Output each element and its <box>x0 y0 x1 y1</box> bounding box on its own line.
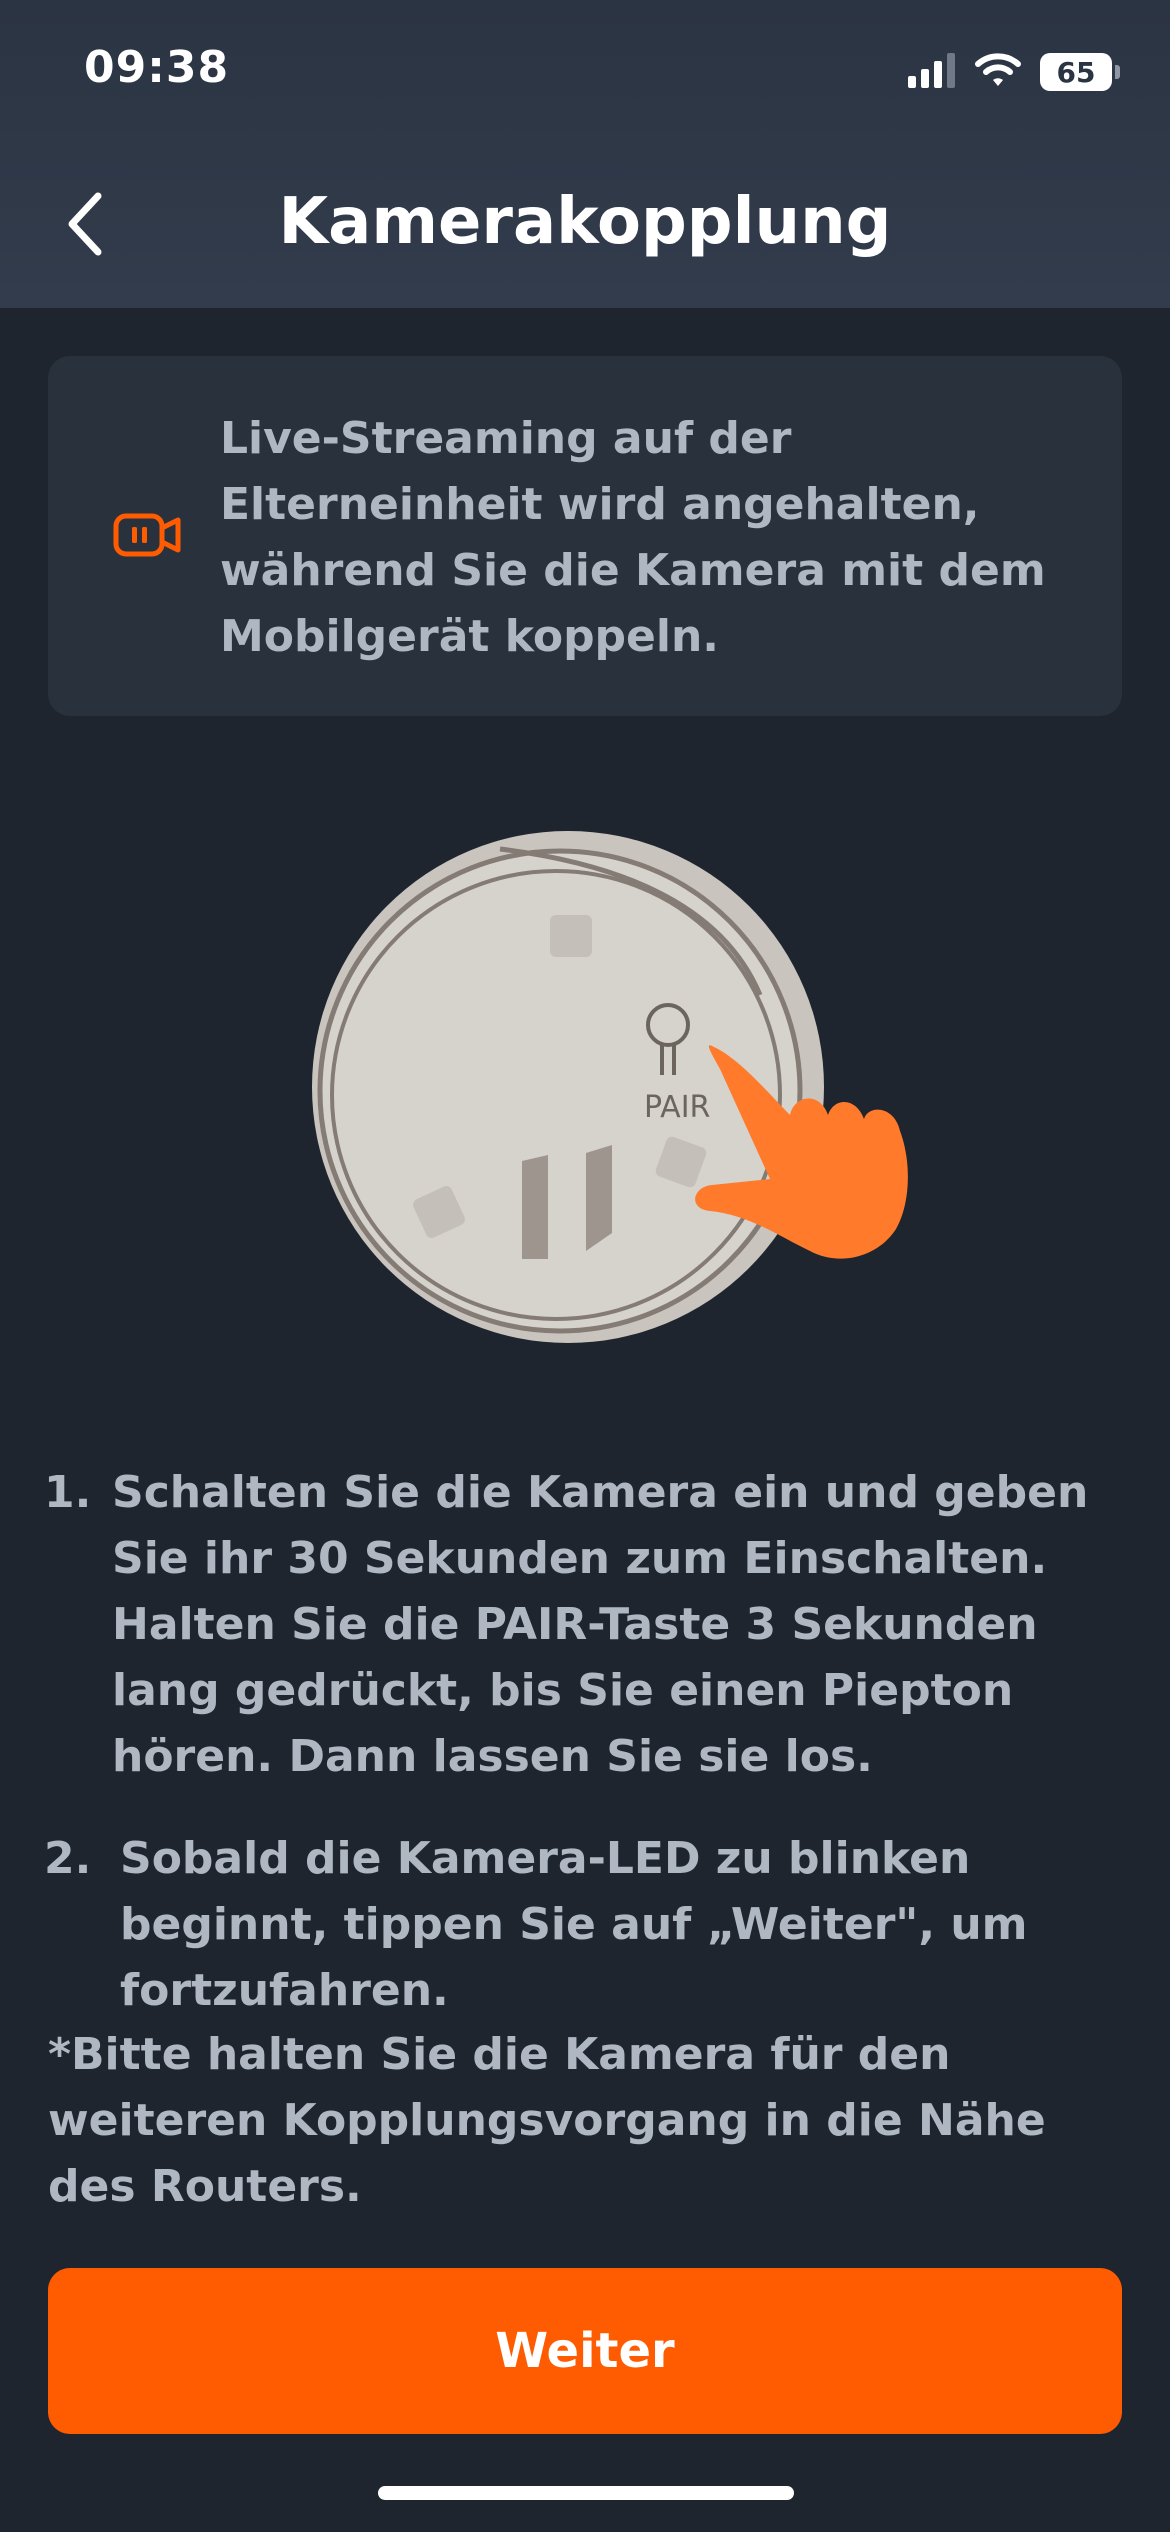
step-line: Halten Sie die PAIR-Taste 3 Sekunden <box>112 1599 1038 1650</box>
step-number: 1. <box>44 1467 92 1518</box>
wifi-icon <box>974 52 1022 92</box>
continue-button[interactable]: Weiter <box>48 2268 1122 2434</box>
step-line: fortzufahren. <box>120 1965 449 2016</box>
step-line: lang gedrückt, bis Sie einen Piepton <box>112 1665 1014 1716</box>
home-indicator[interactable] <box>378 2486 794 2500</box>
battery-icon: 65 <box>1040 53 1120 91</box>
step-line: Sobald die Kamera-LED zu blinken <box>120 1833 971 1884</box>
status-time: 09:38 <box>84 42 230 93</box>
instruction-step: 2. Sobald die Kamera-LED zu blinken begi… <box>44 1826 1134 2024</box>
info-banner-line: während Sie die Kamera mit dem <box>220 545 1046 596</box>
instruction-step: 1. Schalten Sie die Kamera ein und geben… <box>44 1460 1134 1790</box>
pair-button-label: PAIR <box>644 1090 710 1125</box>
battery-level: 65 <box>1056 55 1096 89</box>
step-text: Sobald die Kamera-LED zu blinken beginnt… <box>120 1826 1028 2024</box>
step-text: Schalten Sie die Kamera ein und geben Si… <box>112 1460 1088 1790</box>
step-number: 2. <box>44 1833 92 1884</box>
pairing-screen: 09:38 65 Kamerakopplung Live-Streaming a… <box>0 0 1170 2532</box>
router-note: *Bitte halten Sie die Kamera für den wei… <box>48 2022 1138 2220</box>
info-banner-text: Live-Streaming auf der Elterneinheit wir… <box>220 406 1120 670</box>
info-banner-line: Live-Streaming auf der <box>220 413 792 464</box>
header: 09:38 65 Kamerakopplung <box>0 0 1170 308</box>
status-icons: 65 <box>908 50 1120 94</box>
note-line: *Bitte halten Sie die Kamera für den <box>48 2029 951 2080</box>
step-line: beginnt, tippen Sie auf „Weiter", um <box>120 1899 1028 1950</box>
instructions-list: 1. Schalten Sie die Kamera ein und geben… <box>44 1460 1134 2024</box>
step-line: hören. Dann lassen Sie sie los. <box>112 1731 873 1782</box>
camera-pairing-illustration: PAIR <box>300 815 940 1355</box>
page-title: Kamerakopplung <box>278 185 892 259</box>
info-banner-line: Elterneinheit wird angehalten, <box>220 479 980 530</box>
info-banner: Live-Streaming auf der Elterneinheit wir… <box>48 356 1122 716</box>
camera-paused-icon <box>112 500 182 570</box>
signal-icon <box>908 52 956 92</box>
step-line: Sie ihr 30 Sekunden zum Einschalten. <box>112 1533 1048 1584</box>
step-line: Schalten Sie die Kamera ein und geben <box>112 1467 1089 1518</box>
note-line: weiteren Kopplungsvorgang in die Nähe <box>48 2095 1046 2146</box>
info-banner-line: Mobilgerät koppeln. <box>220 611 720 662</box>
note-line: des Routers. <box>48 2161 362 2212</box>
